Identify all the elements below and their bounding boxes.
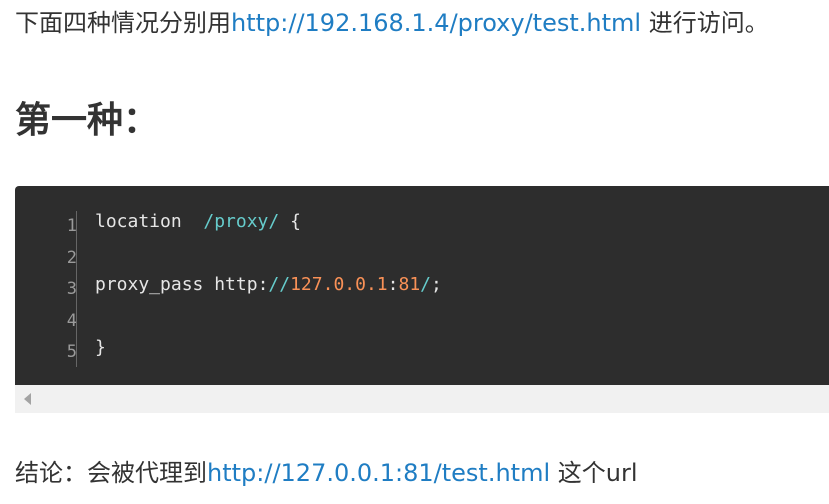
line-number: 3 xyxy=(66,279,77,299)
intro-prefix: 下面四种情况分别用 xyxy=(15,9,231,37)
horizontal-scrollbar[interactable] xyxy=(15,385,829,413)
code-closing-brace: } xyxy=(95,337,106,358)
code-content: location /proxy/ {proxy_pass http://127.… xyxy=(95,206,442,364)
code-line-5: } xyxy=(95,332,442,364)
line-number: 5 xyxy=(66,342,77,362)
code-slash: / xyxy=(420,274,432,295)
conclusion-url-link[interactable]: http://127.0.0.1:81/test.html xyxy=(207,459,550,487)
code-colon: : xyxy=(387,274,399,295)
code-path: /proxy/ xyxy=(203,211,280,232)
line-number: 2 xyxy=(66,247,77,268)
conclusion-prefix: 结论：会被代理到 xyxy=(15,459,207,487)
intro-url-link[interactable]: http://192.168.1.4/proxy/test.html xyxy=(231,9,641,37)
code-slashes: // xyxy=(268,274,291,295)
code-block: 1 2 3 4 5 location /proxy/ { proxy_pass h… xyxy=(15,186,829,385)
line-number: 1 xyxy=(66,216,77,236)
code-line-1: location /proxy/ { xyxy=(95,206,442,238)
line-number-gutter: 1 2 3 4 5 xyxy=(15,211,77,369)
conclusion-suffix: 这个url xyxy=(550,459,638,487)
code-ip: 127.0.0.1 xyxy=(290,274,388,295)
intro-paragraph: 下面四种情况分别用http://192.168.1.4/proxy/test.h… xyxy=(15,6,769,40)
code-directive: proxy_pass http xyxy=(95,274,258,295)
code-keyword: location xyxy=(95,211,204,232)
code-semicolon: ; xyxy=(431,274,442,295)
code-colon: : xyxy=(257,274,269,295)
code-brace: { xyxy=(279,211,301,232)
line-number: 4 xyxy=(66,310,77,331)
scroll-left-icon[interactable] xyxy=(24,393,31,405)
code-line-3: proxy_pass http://127.0.0.1:81/; xyxy=(95,269,442,301)
section-heading: 第一种： xyxy=(15,100,160,141)
code-port: 81 xyxy=(398,274,421,295)
intro-suffix: 进行访问。 xyxy=(641,9,769,37)
gutter-divider xyxy=(76,211,77,367)
conclusion-paragraph: 结论：会被代理到http://127.0.0.1:81/test.html 这个… xyxy=(15,456,638,490)
